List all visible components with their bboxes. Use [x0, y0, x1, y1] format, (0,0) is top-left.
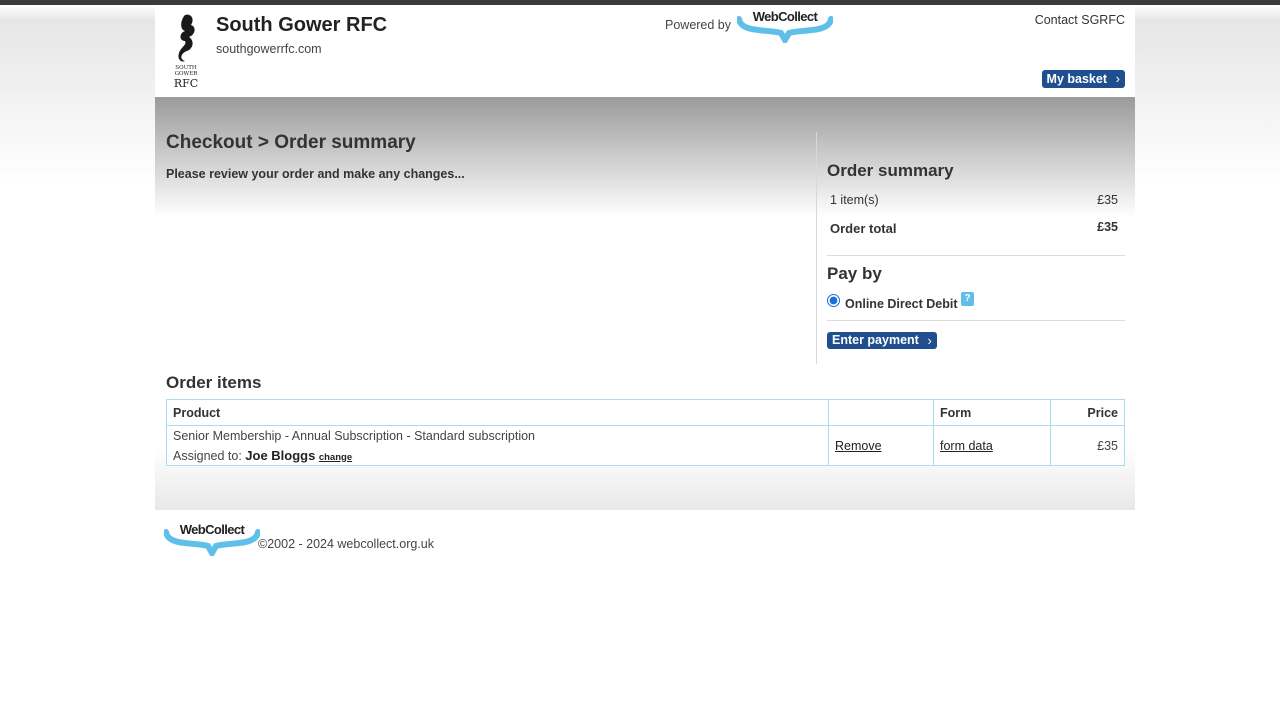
- change-assignee-link[interactable]: change: [319, 452, 352, 463]
- crest-line-3: RFC: [174, 77, 198, 89]
- product-cell: Senior Membership - Annual Subscription …: [166, 425, 829, 466]
- form-data-link[interactable]: form data: [940, 439, 993, 453]
- column-header-product: Product: [166, 399, 829, 426]
- basket-label: My basket: [1046, 72, 1107, 86]
- webcollect-footer-logo[interactable]: WebCollect: [164, 520, 260, 556]
- pay-by-title: Pay by: [827, 264, 882, 283]
- footer-logo-text: WebCollect: [180, 522, 246, 537]
- summary-items-value: £35: [1097, 193, 1118, 207]
- checkout-main: Checkout > Order summary Please review y…: [155, 97, 1135, 510]
- copyright-text: ©2002 - 2024 webcollect.org.uk: [258, 537, 434, 551]
- summary-items-row: 1 item(s) £35: [827, 193, 1125, 220]
- pay-divider: [827, 320, 1125, 321]
- pay-option-direct-debit[interactable]: Online Direct Debit ?: [827, 290, 1125, 320]
- order-total-label: Order total: [830, 221, 897, 236]
- table-header-row: Product Form Price: [166, 399, 1125, 426]
- order-summary-title: Order summary: [827, 161, 954, 180]
- summary-divider: [827, 255, 1125, 256]
- club-crest-logo: SOUTH GOWER RFC: [174, 14, 198, 89]
- chevron-right-icon: ›: [1115, 71, 1120, 86]
- page-wrapper: SOUTH GOWER RFC South Gower RFC southgow…: [155, 5, 1135, 570]
- remove-link[interactable]: Remove: [835, 439, 882, 453]
- order-summary-panel: Order summary 1 item(s) £35 Order total …: [827, 161, 1125, 352]
- table-row: Senior Membership - Annual Subscription …: [166, 425, 1125, 466]
- help-icon[interactable]: ?: [961, 292, 974, 306]
- webcollect-logo[interactable]: WebCollect: [737, 7, 833, 43]
- price-cell: £35: [1050, 425, 1125, 466]
- order-total-value: £35: [1097, 220, 1118, 234]
- assigned-prefix: Assigned to:: [173, 448, 242, 463]
- site-header: SOUTH GOWER RFC South Gower RFC southgow…: [155, 5, 1135, 97]
- page-title: Checkout > Order summary: [166, 132, 416, 153]
- pay-by-section: Pay by Online Direct Debit ? Enter payme…: [827, 264, 1125, 352]
- powered-by-text: Powered by: [665, 18, 732, 32]
- order-items-table: Product Form Price Senior Membership - A…: [166, 399, 1125, 466]
- summary-items-label: 1 item(s): [830, 193, 879, 207]
- webcollect-logo-text: WebCollect: [753, 9, 819, 24]
- assigned-name: Joe Bloggs: [245, 447, 316, 463]
- my-basket-button[interactable]: My basket ›: [1041, 70, 1125, 88]
- direct-debit-radio[interactable]: [827, 294, 840, 307]
- product-name: Senior Membership - Annual Subscription …: [173, 428, 535, 443]
- contact-link[interactable]: Contact SGRFC: [1035, 13, 1125, 27]
- column-header-form: Form: [933, 399, 1051, 426]
- direct-debit-label[interactable]: Online Direct Debit: [845, 297, 958, 311]
- sidebar-divider: [816, 132, 817, 364]
- column-header-actions: [828, 399, 934, 426]
- enter-payment-label: Enter payment: [832, 333, 919, 347]
- pay-button-row: Enter payment ›: [827, 332, 1125, 352]
- column-header-price: Price: [1050, 399, 1125, 426]
- page-subtitle: Please review your order and make any ch…: [166, 167, 465, 181]
- club-name: South Gower RFC: [216, 14, 388, 36]
- club-url: southgowerrfc.com: [216, 42, 322, 56]
- chevron-right-icon: ›: [927, 333, 932, 348]
- form-cell: form data: [933, 425, 1051, 466]
- site-footer: WebCollect ©2002 - 2024 webcollect.org.u…: [155, 510, 1135, 570]
- order-items-title: Order items: [166, 373, 262, 392]
- enter-payment-button[interactable]: Enter payment ›: [827, 332, 937, 349]
- assigned-to: Assigned to: Joe Bloggs change: [173, 448, 822, 463]
- remove-cell: Remove: [828, 425, 934, 466]
- summary-total-row: Order total £35: [827, 220, 1125, 247]
